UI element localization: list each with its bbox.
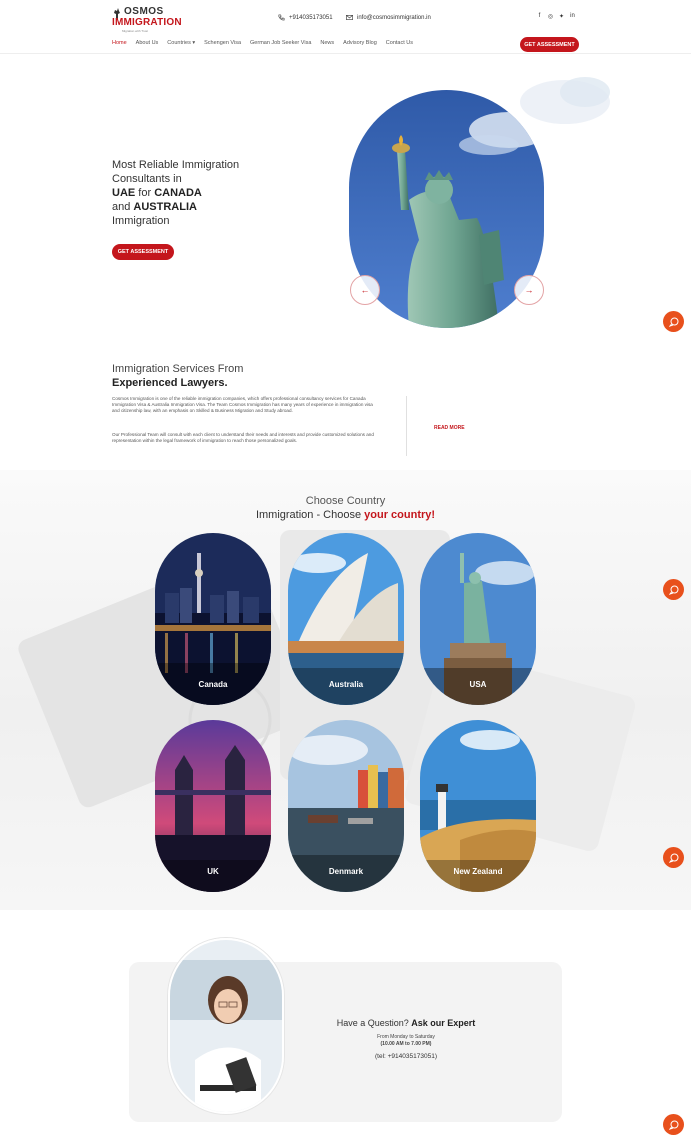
nav-about[interactable]: About Us [136, 40, 159, 46]
chat-fab-button[interactable] [663, 579, 684, 600]
about-title-line1: Immigration Services From [112, 363, 244, 375]
country-card-new-zealand[interactable]: New Zealand [420, 720, 536, 892]
header-email[interactable]: info@cosmosimmigration.in [346, 14, 431, 21]
nav-countries[interactable]: Countries ▾ [167, 40, 195, 46]
social-links: f ◎ ✦ in [536, 13, 576, 20]
country-card-canada[interactable]: Canada [155, 533, 271, 705]
logo-word-cosmos: OSMOS [124, 6, 164, 17]
hero-heading: Most Reliable Immigration Consultants in… [112, 158, 312, 228]
hero-line-4: and AUSTRALIA [112, 200, 312, 214]
read-more-link[interactable]: READ MORE [434, 425, 465, 431]
header-assessment-button[interactable]: GET ASSESSMENT [520, 37, 579, 52]
chat-icon [668, 317, 678, 327]
main-nav: Home About Us Countries ▾ Schengen Visa … [112, 40, 422, 46]
countries-title-highlight: your country! [364, 509, 436, 521]
twitter-icon[interactable]: ✦ [558, 13, 565, 20]
about-paragraph-1: Cosmos Immigration is one of the reliabl… [112, 396, 373, 414]
site-header: OSMOS IMMIGRATION Migration with Trust +… [0, 0, 691, 54]
hero-australia: AUSTRALIA [133, 201, 197, 213]
chat-icon [668, 853, 678, 863]
country-label-usa: USA [469, 680, 487, 689]
header-phone[interactable]: +914035173051 [278, 14, 333, 21]
expert-phone-link[interactable]: (tel: +914035173051) [300, 1053, 512, 1060]
chat-icon [668, 1120, 678, 1130]
expert-heading: Have a Question? Ask our Expert [300, 1018, 512, 1028]
linkedin-icon[interactable]: in [569, 13, 576, 20]
hero-line-1: Most Reliable Immigration [112, 159, 240, 171]
hero-next-arrow[interactable]: → [514, 275, 544, 305]
hero-assessment-button[interactable]: GET ASSESSMENT [112, 244, 174, 260]
about-title-line2: Experienced Lawyers. [112, 377, 228, 389]
hero-for: for [135, 187, 155, 199]
mail-icon [346, 15, 353, 20]
expert-heading-bold: Ask our Expert [411, 1018, 476, 1028]
nav-home[interactable]: Home [112, 40, 127, 46]
chat-fab-button[interactable] [663, 1114, 684, 1135]
country-card-uk[interactable]: UK [155, 720, 271, 892]
nav-advisory-blog[interactable]: Advisory Blog [343, 40, 377, 46]
countries-title-prefix: Immigration - Choose [255, 509, 365, 521]
country-label-new-zealand: New Zealand [453, 867, 503, 876]
chat-icon [668, 585, 678, 595]
hero-line-5: Immigration [112, 215, 170, 227]
nav-contact[interactable]: Contact Us [386, 40, 413, 46]
country-card-australia[interactable]: Australia [288, 533, 404, 705]
hero-uae: UAE [112, 187, 136, 199]
phone-icon [278, 14, 285, 21]
expert-heading-prefix: Have a Question? [336, 1018, 412, 1028]
about-paragraph-2: Our Professional Team will consult with … [112, 432, 374, 444]
countries-title-line1: Choose Country [305, 495, 386, 507]
countries-title-line2: Immigration - Choose your country! [0, 509, 691, 521]
chat-fab-button[interactable] [663, 847, 684, 868]
hero-line-2: Consultants in [112, 173, 182, 185]
expert-days: From Monday to Saturday [377, 1034, 435, 1040]
facebook-icon[interactable]: f [536, 13, 543, 20]
country-card-denmark[interactable]: Denmark [288, 720, 404, 892]
consultant-woman-picture [170, 940, 282, 1112]
nav-german-job-seeker[interactable]: German Job Seeker Visa [250, 40, 311, 46]
expert-hours: (10.00 AM to 7.00 PM) [380, 1041, 432, 1047]
hero-line-3: UAE for CANADA [112, 186, 312, 200]
chat-fab-button[interactable] [663, 311, 684, 332]
country-label-uk: UK [207, 867, 219, 876]
nav-schengen[interactable]: Schengen Visa [204, 40, 241, 46]
logo[interactable]: OSMOS IMMIGRATION Migration with Trust [112, 6, 182, 33]
hero-and: and [112, 201, 134, 213]
country-label-australia: Australia [328, 680, 364, 689]
hero-prev-arrow[interactable]: ← [350, 275, 380, 305]
logo-word-immigration: IMMIGRATION [112, 17, 182, 28]
email-address: info@cosmosimmigration.in [357, 14, 431, 21]
country-label-denmark: Denmark [328, 867, 364, 876]
instagram-icon[interactable]: ◎ [547, 13, 554, 20]
country-card-usa[interactable]: USA [420, 533, 536, 705]
nav-news[interactable]: News [320, 40, 334, 46]
country-label-canada: Canada [198, 680, 228, 689]
hero-canada: CANADA [154, 187, 202, 199]
logo-tagline: Migration with Trust [122, 29, 149, 33]
expert-photo [168, 938, 284, 1114]
about-divider [406, 396, 407, 456]
phone-number: +914035173051 [289, 14, 333, 21]
